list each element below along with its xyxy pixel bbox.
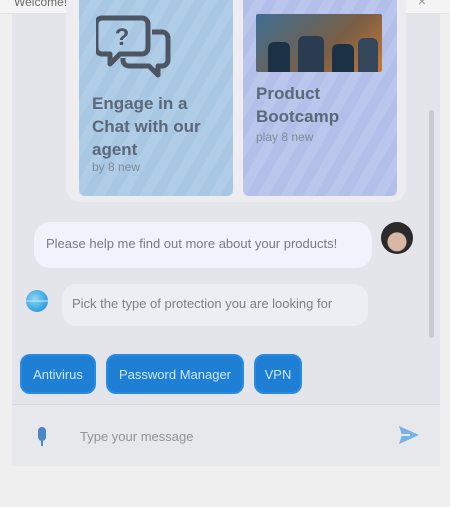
message-composer <box>12 405 440 466</box>
bot-avatar-icon <box>26 290 48 312</box>
microphone-icon[interactable] <box>36 426 48 448</box>
user-message-bubble: Please help me find out more about your … <box>34 222 372 268</box>
card-title: Engage in a Chat with our agent <box>92 94 201 159</box>
card-meta: play 8 new <box>256 130 314 144</box>
message-input[interactable] <box>80 425 380 447</box>
svg-text:?: ? <box>115 24 130 51</box>
send-icon[interactable] <box>398 425 420 445</box>
chat-scrollbar[interactable] <box>429 110 434 338</box>
bootcamp-thumbnail <box>256 14 382 72</box>
card-meta: by 8 new <box>92 160 141 174</box>
close-icon[interactable]: × <box>418 0 426 9</box>
chat-question-icon: ? <box>96 15 171 78</box>
quick-reply-antivirus[interactable]: Antivirus <box>20 354 96 394</box>
quick-reply-password-manager[interactable]: Password Manager <box>106 354 244 394</box>
bot-message-bubble: Pick the type of protection you are look… <box>62 284 368 326</box>
quick-reply-vpn[interactable]: VPN <box>254 354 302 394</box>
card-title: Product Bootcamp <box>256 84 340 126</box>
user-avatar <box>381 222 413 254</box>
